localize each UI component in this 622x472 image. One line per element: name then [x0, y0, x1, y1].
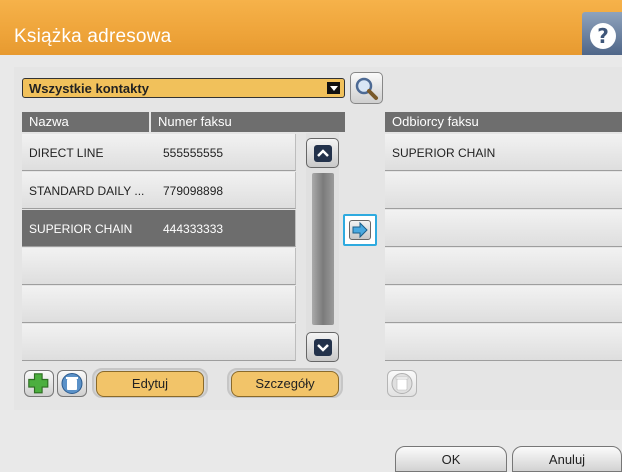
recipient-name: SUPERIOR CHAIN [392, 146, 496, 160]
contact-fax: 555555555 [163, 146, 224, 160]
contact-name: SUPERIOR CHAIN [29, 222, 133, 236]
recipient-row-empty[interactable] [385, 324, 622, 361]
details-button[interactable]: Szczegóły [231, 371, 339, 397]
scroll-down-button[interactable] [306, 332, 339, 362]
add-contact-button[interactable] [24, 370, 54, 397]
recipient-row[interactable]: SUPERIOR CHAIN [385, 134, 622, 171]
magnifier-icon [355, 77, 378, 100]
trash-icon [61, 373, 83, 394]
contact-name: DIRECT LINE [29, 146, 104, 160]
contact-name: STANDARD DAILY ... [29, 184, 145, 198]
arrow-right-glyph [352, 221, 368, 239]
arrow-right-icon [349, 220, 371, 240]
dropdown-arrow-icon [327, 82, 340, 94]
trash-icon [391, 373, 413, 394]
title-bar: Książka adresowa [0, 0, 622, 55]
contact-row-selected[interactable]: SUPERIOR CHAIN 444333333 [22, 210, 296, 247]
chevron-down-icon [314, 339, 332, 356]
contact-row[interactable]: STANDARD DAILY ... 779098898 [22, 172, 296, 209]
question-icon: ? [590, 23, 616, 49]
page-title: Książka adresowa [14, 26, 172, 47]
recipient-row-empty[interactable] [385, 172, 622, 209]
column-header-name[interactable]: Nazwa [22, 112, 149, 132]
chevron-up-icon [314, 145, 332, 162]
delete-contact-button[interactable] [57, 370, 87, 397]
chevron-down-glyph [317, 344, 329, 352]
contact-row-empty[interactable] [22, 248, 296, 285]
plus-icon [28, 373, 49, 394]
add-to-recipients-button[interactable] [343, 214, 377, 246]
edit-button[interactable]: Edytuj [96, 371, 204, 397]
help-button[interactable]: ? [582, 12, 622, 55]
chevron-up-glyph [317, 149, 329, 157]
recipient-row-empty[interactable] [385, 286, 622, 323]
contact-row-empty[interactable] [22, 286, 296, 323]
contact-row-empty[interactable] [22, 324, 296, 361]
contact-fax: 779098898 [163, 184, 224, 198]
column-header-recipients: Odbiorcy faksu [385, 112, 622, 132]
remove-recipient-button[interactable] [387, 370, 417, 397]
recipient-row-empty[interactable] [385, 248, 622, 285]
ok-button[interactable]: OK [395, 446, 507, 472]
dropdown-selected-value: Wszystkie kontakty [29, 81, 149, 96]
recipient-row-empty[interactable] [385, 210, 622, 247]
scroll-thumb[interactable] [312, 173, 334, 325]
contact-filter-dropdown[interactable]: Wszystkie kontakty [22, 78, 345, 98]
scroll-up-button[interactable] [306, 138, 339, 168]
contact-row[interactable]: DIRECT LINE 555555555 [22, 134, 296, 171]
column-header-fax-number[interactable]: Numer faksu [151, 112, 345, 132]
search-button[interactable] [350, 72, 383, 104]
cancel-button[interactable]: Anuluj [512, 446, 622, 472]
contact-fax: 444333333 [163, 222, 224, 236]
